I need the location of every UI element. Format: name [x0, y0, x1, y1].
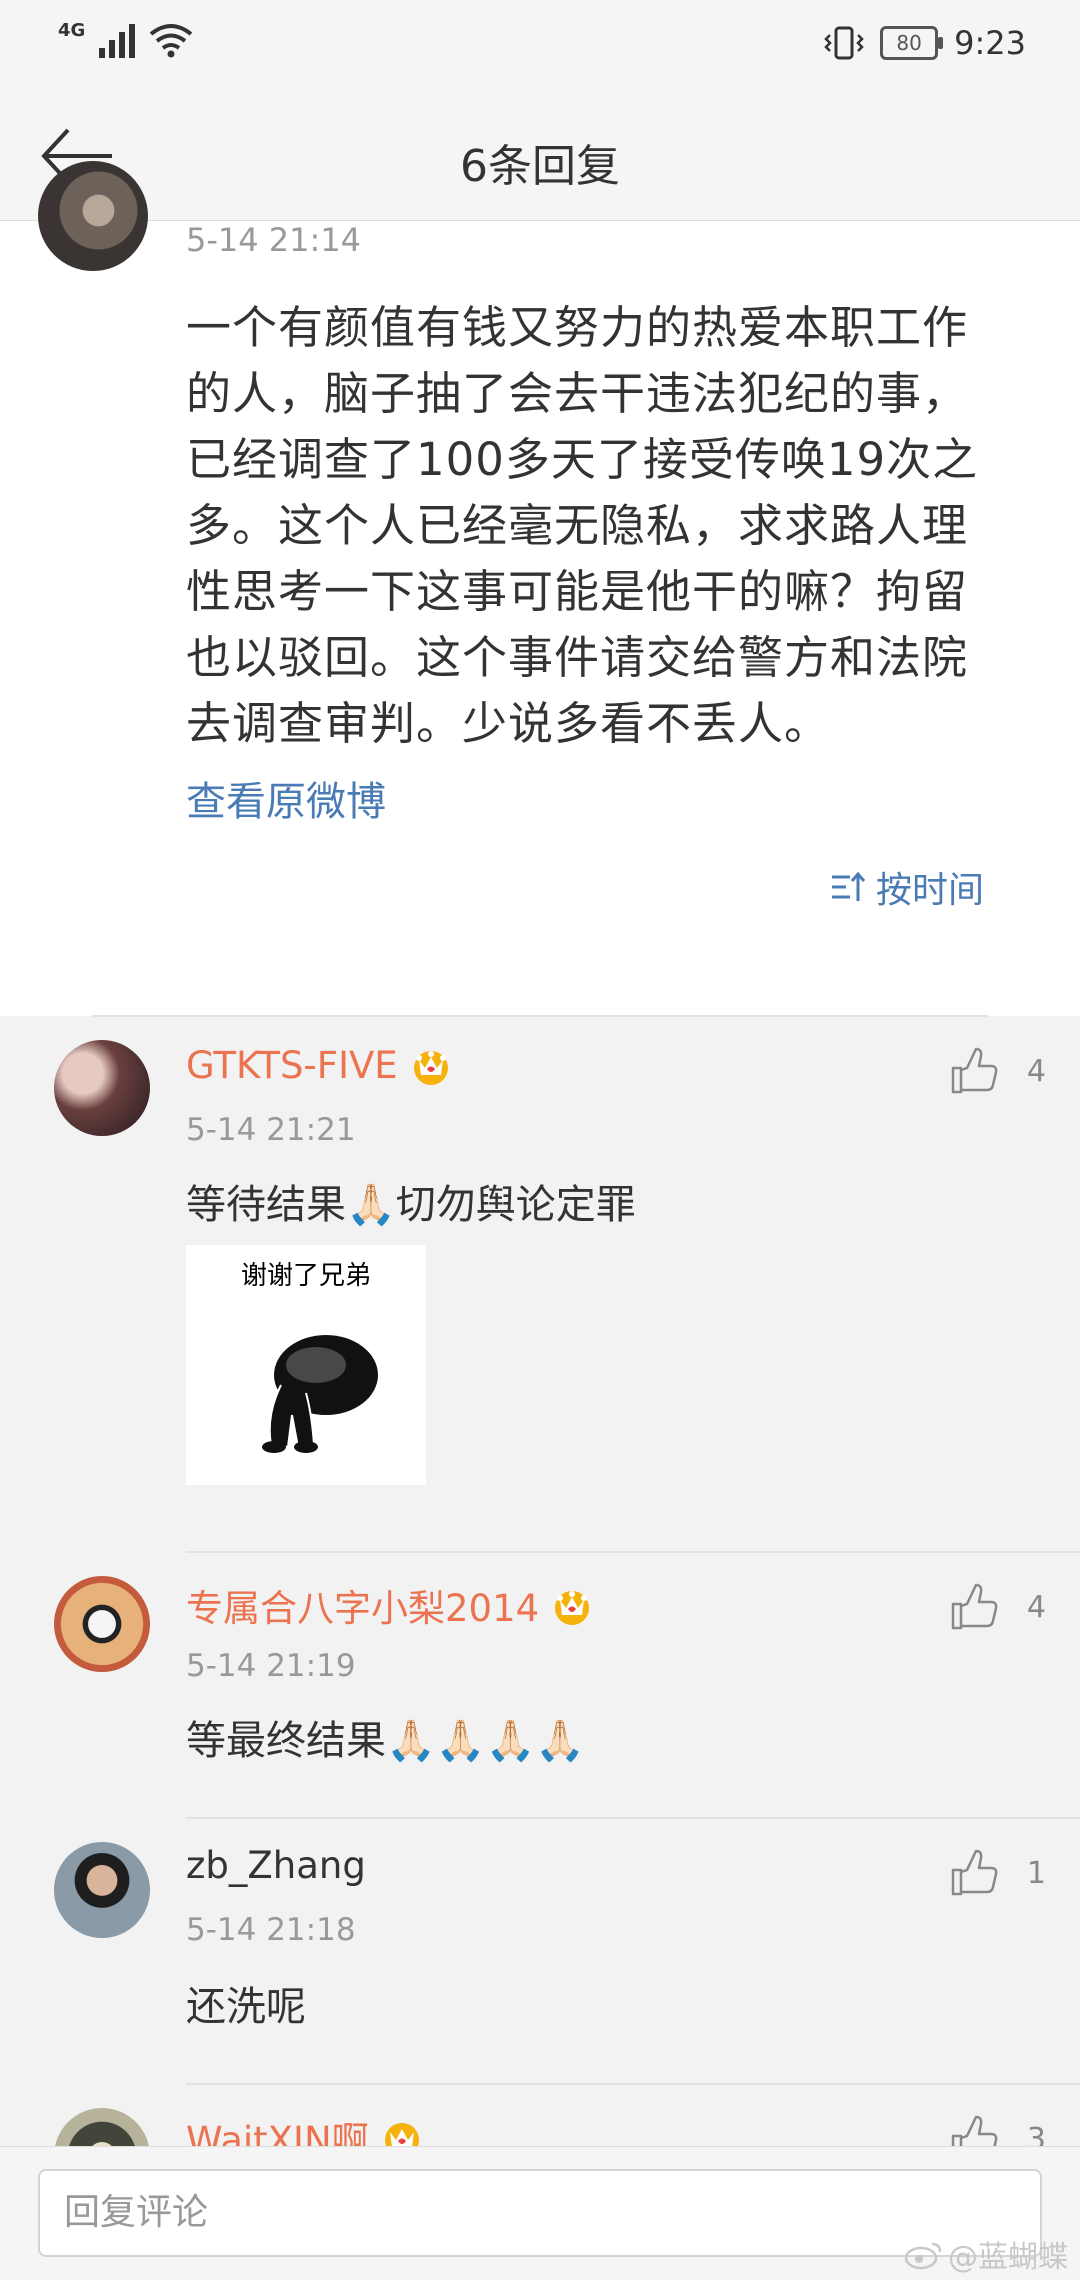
reply-username[interactable]: 专属合八字小梨2014 — [186, 1578, 595, 1632]
clock: 9:23 — [954, 24, 1026, 62]
like-count: 1 — [1026, 1855, 1046, 1891]
wifi-icon — [150, 24, 193, 58]
reply-time: 5-14 21:21 — [186, 1112, 356, 1148]
comment-text-line: 也以驳回。这个事件请交给警方和法院 — [186, 631, 969, 684]
comment-text-line: 的人，脑子抽了会去干违法犯纪的事， — [186, 367, 969, 420]
reply-input[interactable]: 回复评论 — [38, 2169, 1042, 2257]
crown-icon — [555, 1591, 590, 1625]
page: 4G 80 9:23 6条回复 5-14 21:14 一个有颜值有钱又努力的热爱… — [0, 0, 1080, 2280]
sticker-image[interactable]: 谢谢了兄弟 — [186, 1245, 426, 1485]
signal-icon — [99, 22, 136, 58]
avatar[interactable] — [38, 161, 148, 271]
divider — [186, 1817, 1080, 1819]
view-original-link[interactable]: 查看原微博 — [186, 769, 386, 827]
status-right: 80 9:23 — [824, 24, 1026, 62]
like-button[interactable]: 1 — [949, 1848, 1046, 1898]
battery-icon: 80 — [880, 26, 944, 60]
sticker-caption: 谢谢了兄弟 — [240, 1261, 371, 1291]
thumbs-up-icon — [951, 1583, 998, 1630]
original-comment: 5-14 21:14 一个有颜值有钱又努力的热爱本职工作 的人，脑子抽了会去干违… — [0, 161, 1080, 1016]
sort-icon — [831, 871, 866, 901]
thumbs-up-icon — [951, 1047, 998, 1094]
reply-username[interactable]: GTKTS-FIVE — [186, 1042, 454, 1088]
reply-text: 还洗呢 — [186, 1984, 306, 2030]
reply-time: 5-14 21:18 — [186, 1912, 356, 1948]
reply-text: 等最终结果🙏🏻🙏🏻🙏🏻🙏🏻 — [186, 1718, 586, 1764]
username: zb_Zhang — [186, 1844, 366, 1887]
status-left: 4G — [58, 22, 193, 58]
comment-text: 一个有颜值有钱又努力的热爱本职工作 的人，脑子抽了会去干违法犯纪的事， 已经调查… — [186, 295, 1016, 757]
network-type: 4G — [58, 20, 86, 41]
thumbs-up-icon — [951, 1849, 998, 1896]
comment-text-line: 已经调查了100多天了接受传唤19次之 — [186, 433, 979, 486]
app-header: 6条回复 — [0, 92, 1080, 221]
avatar[interactable] — [54, 1040, 150, 1136]
status-bar: 4G 80 9:23 — [0, 0, 1080, 92]
like-count: 4 — [1026, 1053, 1046, 1089]
comment-text-line: 去调查审判。少说多看不丢人。 — [186, 697, 831, 750]
comment-text-line: 性思考一下这事可能是他干的嘛？拘留 — [186, 565, 969, 618]
username: GTKTS-FIVE — [186, 1043, 398, 1087]
comment-text-line: 一个有颜值有钱又努力的热爱本职工作 — [186, 301, 969, 354]
comment-text-line: 多。这个人已经毫无隐私，求求路人理 — [186, 499, 969, 552]
reply-time: 5-14 21:19 — [186, 1648, 356, 1684]
page-title: 6条回复 — [460, 141, 620, 192]
avatar[interactable] — [54, 1576, 150, 1672]
sort-button[interactable]: 按时间 — [830, 861, 984, 913]
weibo-logo-icon — [904, 2242, 942, 2270]
username: 专属合八字小梨2014 — [186, 1587, 540, 1630]
watermark: @蓝蝴蝶 — [904, 2232, 1068, 2276]
avatar[interactable] — [54, 1842, 150, 1938]
comment-time: 5-14 21:14 — [186, 221, 362, 259]
watermark-text: @蓝蝴蝶 — [948, 2240, 1068, 2275]
vibrate-icon — [824, 26, 864, 60]
bowing-figure-icon — [262, 1335, 378, 1453]
divider — [92, 1015, 988, 1017]
divider — [186, 2083, 1080, 2085]
divider — [186, 1551, 1080, 1553]
sort-label: 按时间 — [875, 870, 984, 911]
reply-username[interactable]: zb_Zhang — [186, 1844, 366, 1887]
reply-text: 等待结果🙏🏻切勿舆论定罪 — [186, 1182, 636, 1228]
like-button[interactable]: 4 — [949, 1046, 1046, 1096]
crown-icon — [413, 1051, 448, 1085]
like-button[interactable]: 4 — [949, 1582, 1046, 1632]
like-count: 4 — [1026, 1589, 1046, 1625]
